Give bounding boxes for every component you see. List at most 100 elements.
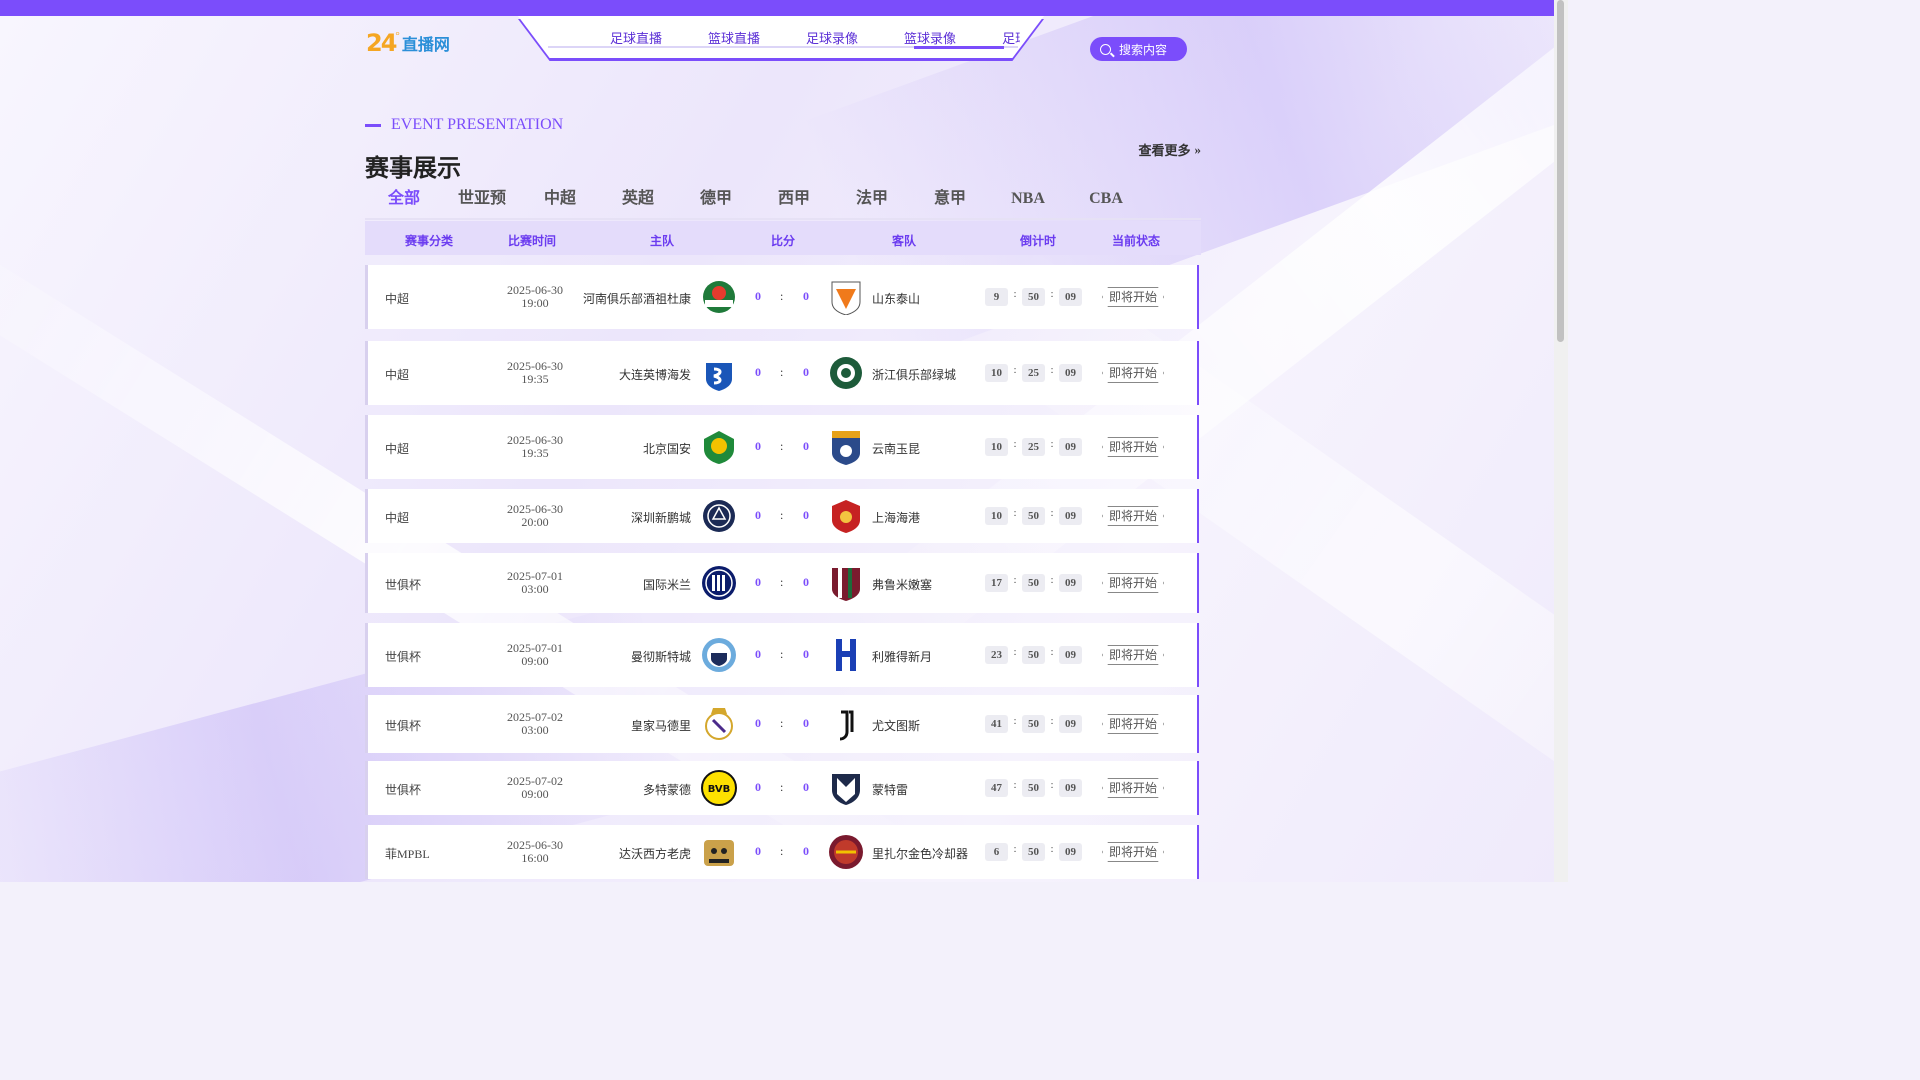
nav-football-replay[interactable]: 足球录像 — [806, 28, 858, 48]
row-away-team[interactable]: 浙江俱乐部绿城 — [872, 366, 956, 383]
row-away-team[interactable]: 蒙特雷 — [872, 781, 908, 798]
row-countdown: 41:50:09 — [985, 715, 1082, 733]
row-away-team[interactable]: 山东泰山 — [872, 290, 920, 307]
row-datetime: 2025-06-30 19:35 — [488, 360, 582, 386]
row-status-button[interactable]: 即将开始 — [1102, 842, 1164, 862]
countdown-colon: : — [1013, 779, 1017, 791]
row-home-team[interactable]: 皇家马德里 — [631, 717, 691, 734]
nav-football-live[interactable]: 足球直播 — [610, 28, 662, 48]
tab-cba[interactable]: CBA — [1067, 188, 1145, 218]
table-row[interactable]: 中超 2025-06-30 20:00 深圳新鹏城 0:0 上海海港 10:50:09 即将开… — [365, 489, 1199, 543]
row-countdown: 9:50:09 — [985, 288, 1082, 306]
row-category: 世俱杯 — [385, 783, 422, 797]
row-away-team[interactable]: 利雅得新月 — [872, 648, 932, 665]
row-home-team[interactable]: 河南俱乐部酒祖杜康 — [583, 290, 691, 307]
row-away-team[interactable]: 云南玉昆 — [872, 440, 920, 457]
tab-seriea[interactable]: 意甲 — [911, 188, 989, 218]
row-score-colon: : — [780, 844, 784, 858]
row-time: 09:00 — [521, 787, 549, 801]
table-row[interactable]: 世俱杯 2025-07-01 03:00 国际米兰 0:0 弗鲁米嫩塞 17:50:09 即将… — [365, 553, 1199, 613]
search-icon — [1100, 43, 1111, 55]
row-away-team[interactable]: 弗鲁米嫩塞 — [872, 576, 932, 593]
row-home-team[interactable]: 曼彻斯特城 — [631, 648, 691, 665]
nav-football-more[interactable]: 足球 — [1002, 28, 1020, 48]
nav-basketball-live[interactable]: 篮球直播 — [708, 28, 760, 48]
view-more-link[interactable]: 查看更多 » — [1138, 140, 1201, 159]
away-team-logo-icon — [828, 429, 864, 465]
table-row[interactable]: 世俱杯 2025-07-01 09:00 曼彻斯特城 0:0 利雅得新月 23:50:09 即… — [365, 623, 1199, 687]
row-status-button[interactable]: 即将开始 — [1102, 778, 1164, 798]
row-status-button[interactable]: 即将开始 — [1102, 573, 1164, 593]
table-row[interactable]: 世俱杯 2025-07-02 09:00 多特蒙德 BVB 0:0 蒙特雷 47:50:09 即… — [365, 761, 1199, 815]
row-home-team[interactable]: 大连英博海发 — [619, 366, 691, 383]
table-row[interactable]: 中超 2025-06-30 19:35 大连英博海发 0:0 浙江俱乐部绿城 10:25:0… — [365, 341, 1199, 405]
tab-all[interactable]: 全部 — [365, 188, 443, 228]
nav-basketball-replay[interactable]: 篮球录像 — [904, 28, 956, 48]
row-countdown: 10:25:09 — [985, 364, 1082, 382]
away-team-logo-icon — [828, 565, 864, 601]
home-team-logo-icon — [701, 279, 737, 315]
row-status-button[interactable]: 即将开始 — [1102, 506, 1164, 526]
row-datetime: 2025-07-01 03:00 — [488, 570, 582, 596]
table-row[interactable]: 中超 2025-06-30 19:35 北京国安 0:0 云南玉昆 10:25:09 即将开始 — [365, 415, 1199, 479]
row-status-button[interactable]: 即将开始 — [1102, 645, 1164, 665]
row-countdown: 23:50:09 — [985, 646, 1082, 664]
tab-csl[interactable]: 中超 — [521, 188, 599, 218]
tab-nba[interactable]: NBA — [989, 188, 1067, 218]
countdown-unit: 50 — [1022, 779, 1045, 797]
row-away-score: 0 — [803, 365, 809, 379]
countdown-unit: 23 — [985, 646, 1008, 664]
row-home-score: 0 — [755, 439, 761, 453]
view-more-label: 查看更多 — [1138, 143, 1191, 158]
tab-bundesliga[interactable]: 德甲 — [677, 188, 755, 218]
countdown-colon: : — [1013, 438, 1017, 450]
row-home-team[interactable]: 北京国安 — [643, 440, 691, 457]
tab-ligue1[interactable]: 法甲 — [833, 188, 911, 218]
row-home-team[interactable]: 深圳新鹏城 — [631, 509, 691, 526]
search-box[interactable]: 搜索内容 — [1090, 37, 1187, 61]
row-status-button[interactable]: 即将开始 — [1102, 714, 1164, 734]
row-category: 世俱杯 — [385, 578, 422, 592]
table-row[interactable]: 菲MPBL 2025-06-30 16:00 达沃西方老虎 0:0 里扎尔金色冷却器 6:5… — [365, 825, 1199, 879]
table-row[interactable]: 中超 2025-06-30 19:00 河南俱乐部酒祖杜康 0:0 山东泰山 9:50:09… — [365, 265, 1199, 329]
row-home-score: 0 — [755, 289, 761, 303]
tab-epl[interactable]: 英超 — [599, 188, 677, 218]
col-time: 比赛时间 — [508, 234, 557, 248]
row-score-colon: : — [780, 647, 784, 661]
home-team-logo-icon: BVB — [701, 770, 737, 806]
home-team-logo-icon — [701, 637, 737, 673]
row-time: 19:00 — [521, 296, 549, 310]
row-away-team[interactable]: 尤文图斯 — [872, 717, 920, 734]
home-team-logo-icon — [701, 429, 737, 465]
countdown-colon: : — [1013, 646, 1017, 658]
row-home-team[interactable]: 多特蒙德 — [643, 781, 691, 798]
countdown-unit: 09 — [1059, 843, 1082, 861]
row-time: 19:35 — [521, 446, 549, 460]
table-row[interactable]: 世俱杯 2025-07-02 03:00 皇家马德里 0:0 尤文图斯 41:50:09 即将… — [365, 695, 1199, 753]
away-team-logo-icon — [828, 706, 864, 742]
countdown-colon: : — [1050, 364, 1054, 376]
countdown-unit: 41 — [985, 715, 1008, 733]
row-time: 20:00 — [521, 515, 549, 529]
tab-wc-asia-qualifier[interactable]: 世亚预 — [443, 188, 521, 218]
row-home-team[interactable]: 国际米兰 — [643, 576, 691, 593]
double-chevron-right-icon: » — [1194, 141, 1202, 157]
countdown-colon: : — [1050, 438, 1054, 450]
countdown-unit: 09 — [1059, 364, 1082, 382]
home-team-logo-icon — [701, 706, 737, 742]
tab-laliga[interactable]: 西甲 — [755, 188, 833, 218]
row-home-team[interactable]: 达沃西方老虎 — [619, 845, 691, 862]
logo-number: 24 — [366, 29, 397, 57]
row-away-team[interactable]: 里扎尔金色冷却器 — [872, 845, 968, 862]
countdown-unit: 50 — [1022, 288, 1045, 306]
row-datetime: 2025-06-30 19:00 — [488, 284, 582, 310]
page-scrollbar[interactable] — [1554, 0, 1568, 882]
row-status-button[interactable]: 即将开始 — [1102, 287, 1164, 307]
row-status-button[interactable]: 即将开始 — [1102, 363, 1164, 383]
row-away-team[interactable]: 上海海港 — [872, 509, 920, 526]
col-home: 主队 — [650, 234, 675, 248]
site-logo[interactable]: 24 ° 直播网 — [366, 30, 450, 56]
countdown-unit: 09 — [1059, 507, 1082, 525]
scrollbar-thumb[interactable] — [1557, 0, 1564, 342]
row-status-button[interactable]: 即将开始 — [1102, 437, 1164, 457]
